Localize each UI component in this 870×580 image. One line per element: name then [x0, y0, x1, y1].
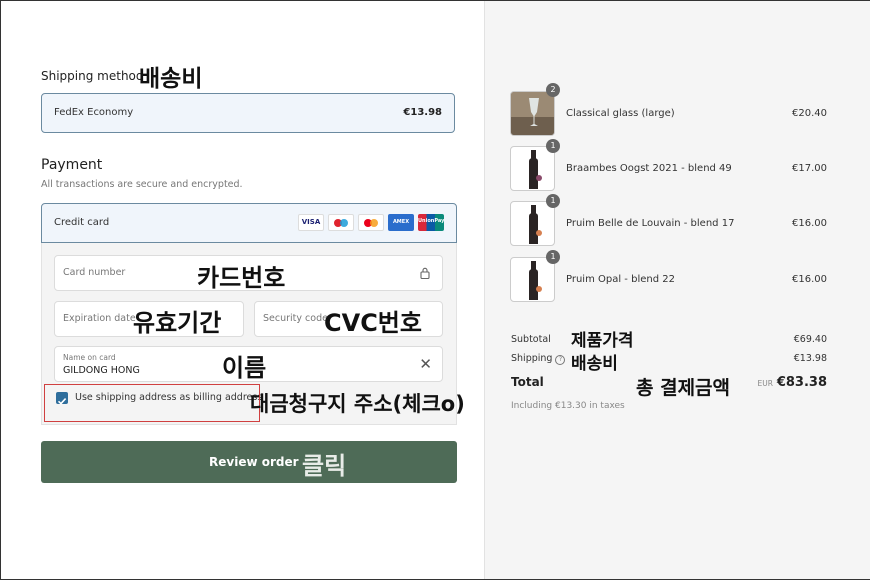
bottle-icon: [510, 201, 555, 246]
card-number-annotation: 카드번호: [197, 264, 286, 292]
cart-item-price: €16.00: [792, 218, 827, 229]
maestro-icon: [328, 214, 354, 231]
glass-icon: [510, 91, 555, 136]
bottle-icon: [510, 146, 555, 191]
click-annotation: 클릭: [302, 452, 347, 480]
name-on-card-label: Name on card: [63, 353, 116, 362]
subtotal-label: Subtotal: [511, 334, 551, 345]
payment-title: Payment: [41, 157, 103, 173]
cart-item-name: Pruim Belle de Louvain - blend 17: [566, 218, 735, 229]
name-on-card-value: GILDONG HONG: [63, 365, 140, 376]
shipping-option-price: €13.98: [403, 107, 442, 118]
cart-item-name: Pruim Opal - blend 22: [566, 274, 675, 285]
quantity-badge: 2: [546, 83, 560, 97]
total-annotation: 총 결제금액: [636, 377, 731, 399]
quantity-badge: 1: [546, 250, 560, 264]
cart-item-price: €17.00: [792, 163, 827, 174]
payment-subtitle: All transactions are secure and encrypte…: [41, 179, 243, 190]
total-label: Total: [511, 375, 544, 389]
billing-annotation: 대금청구지 주소(체크o): [250, 392, 465, 416]
cart-item-price: €20.40: [792, 108, 827, 119]
info-icon[interactable]: ?: [555, 355, 566, 365]
subtotal-value: €69.40: [793, 334, 827, 345]
shipping-annotation: 배송비: [139, 66, 203, 92]
credit-card-label: Credit card: [54, 217, 110, 228]
mastercard-icon: [358, 214, 384, 231]
card-brand-list: VISA AMEX UnionPay: [298, 214, 444, 231]
unionpay-icon: UnionPay: [418, 214, 444, 231]
shipping-summary-row: Shipping?: [511, 353, 566, 365]
total-value: €83.38: [776, 375, 827, 390]
shipping-summary-annotation: 배송비: [571, 354, 618, 374]
expiration-placeholder: Expiration date: [63, 313, 136, 324]
quantity-badge: 1: [546, 194, 560, 208]
subtotal-annotation: 제품가격: [571, 331, 634, 351]
quantity-badge: 1: [546, 139, 560, 153]
shipping-method-title: Shipping method: [41, 69, 144, 83]
clear-icon[interactable]: ✕: [419, 355, 432, 373]
cart-item-name: Classical glass (large): [566, 108, 675, 119]
cart-item-name: Braambes Oogst 2021 - blend 49: [566, 163, 732, 174]
lock-icon: [420, 267, 430, 279]
review-order-button[interactable]: Review order: [41, 441, 457, 483]
bottle-icon: [510, 257, 555, 302]
card-number-placeholder: Card number: [63, 267, 126, 278]
shipping-summary-label: Shipping: [511, 353, 553, 364]
shipping-option-fedex[interactable]: FedEx Economy €13.98: [41, 93, 455, 133]
name-annotation: 이름: [222, 354, 267, 382]
expiration-annotation: 유효기간: [133, 309, 222, 337]
total-currency: EUR: [757, 379, 773, 388]
cart-item-price: €16.00: [792, 274, 827, 285]
credit-card-option[interactable]: Credit card VISA AMEX UnionPay: [41, 203, 457, 243]
taxes-note: Including €13.30 in taxes: [511, 401, 625, 411]
security-annotation: CVC번호: [324, 309, 422, 337]
review-order-label: Review order: [209, 455, 299, 469]
shipping-summary-value: €13.98: [793, 353, 827, 364]
visa-icon: VISA: [298, 214, 324, 231]
security-placeholder: Security code: [263, 313, 328, 324]
amex-icon: AMEX: [388, 214, 414, 231]
shipping-option-label: FedEx Economy: [54, 107, 134, 118]
highlight-rectangle: [44, 384, 260, 422]
